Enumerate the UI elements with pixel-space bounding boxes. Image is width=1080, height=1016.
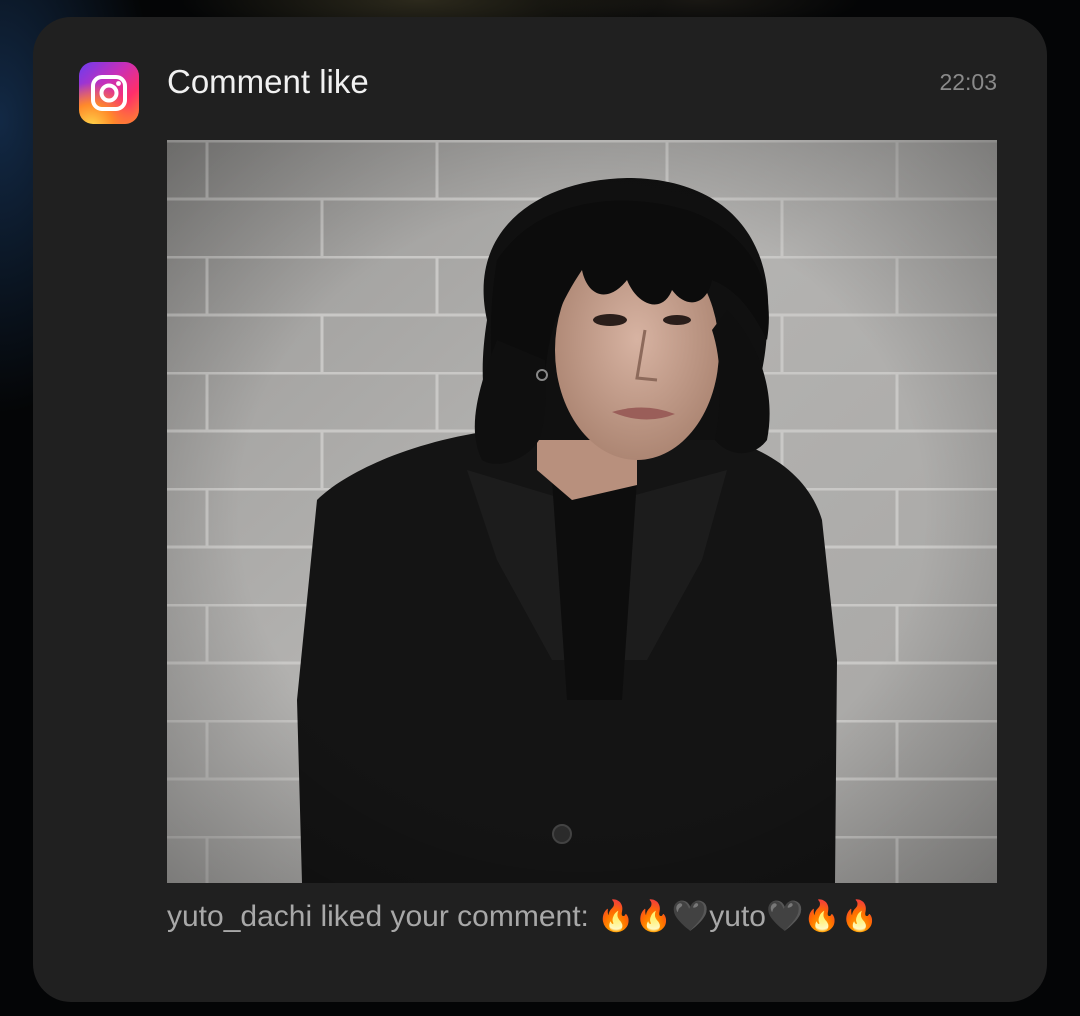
photo-thumbnail[interactable]	[167, 140, 997, 883]
notification-message: yuto_dachi liked your comment: 🔥🔥🖤yuto🖤🔥…	[167, 900, 879, 933]
notification-time: 22:03	[939, 69, 997, 95]
notification-title: Comment like	[167, 63, 369, 100]
instagram-icon	[79, 62, 139, 124]
